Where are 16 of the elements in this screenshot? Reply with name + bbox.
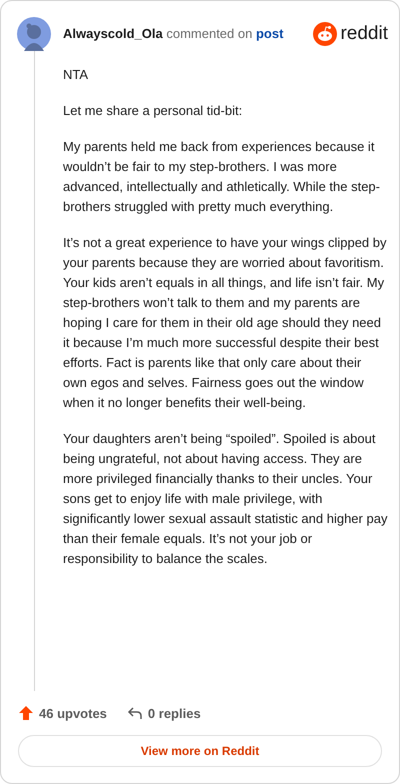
avatar-icon xyxy=(17,17,51,51)
reply-count: 0 replies xyxy=(148,704,201,723)
author-name[interactable]: Alwayscold_Ola xyxy=(63,26,163,42)
post-link[interactable]: post xyxy=(256,26,284,42)
brand-name: reddit xyxy=(340,22,388,46)
comment-paragraph: It’s not a great experience to have your wings clipped by your parents because they are worried about favoritism. Your kids aren’t equals in all things, and life isn’t fair. My step-brothers won’t talk to them and my parents are hoping I care for them in their old age should they need it because I’m much more successful despite their best efforts. Fact is parents like that only care about their own egos and selves. Fairness goes out the window when it no longer benefits their well-being. xyxy=(63,234,388,412)
comment-paragraph: Let me share a personal tid-bit: xyxy=(63,102,244,120)
upvote-count: 46 upvotes xyxy=(39,704,107,723)
upvote-arrow-icon[interactable] xyxy=(18,705,34,722)
comment-paragraph: NTA xyxy=(63,66,90,84)
view-more-button[interactable]: View more on Reddit xyxy=(18,735,382,767)
action-text: commented on xyxy=(166,26,252,42)
comment-paragraph: My parents held me back from experiences because it wouldn’t be fair to my step-brothers. I was more advanced, intellectually and athletically. While the step-brothers struggled with pretty much everything. xyxy=(63,138,381,216)
reddit-logo-icon xyxy=(313,22,338,46)
comment-paragraph: Your daughters aren’t being “spoiled”. Spoiled is about being ungrateful, not about having access. They are more privileged financially thanks to their uncles. Your sons get to enjoy life with male privilege, with significantly lower sexual assault statistic and higher pay than their female equals. It’s not your job or responsibility to balance the scales. xyxy=(63,430,388,568)
reply-arrow-icon[interactable] xyxy=(126,705,143,722)
